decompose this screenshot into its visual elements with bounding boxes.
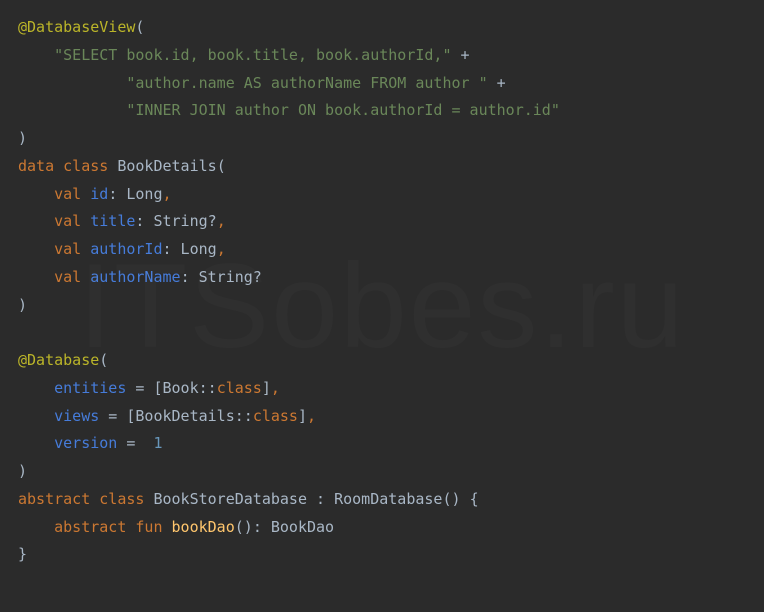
paren: ): [18, 462, 27, 480]
code-block: @DatabaseView( "SELECT book.id, book.tit…: [18, 14, 746, 569]
bracket: ]: [262, 379, 271, 397]
paren: ): [18, 129, 27, 147]
paren-pair: (): [442, 490, 460, 508]
string-literal: "SELECT book.id, book.title, book.author…: [54, 46, 451, 64]
type-string: String?: [144, 212, 216, 230]
param-views: views: [54, 407, 99, 425]
field-title: title: [81, 212, 135, 230]
class-roomdb: RoomDatabase: [325, 490, 442, 508]
equals: =: [99, 407, 126, 425]
comma: ,: [271, 379, 280, 397]
field-id: id: [81, 185, 108, 203]
keyword-val: val: [54, 185, 81, 203]
brace: }: [18, 545, 27, 563]
keyword-class: class: [99, 490, 144, 508]
operator-plus: +: [488, 74, 506, 92]
keyword-val: val: [54, 240, 81, 258]
comma: ,: [163, 185, 172, 203]
string-literal: "INNER JOIN author ON book.authorId = au…: [126, 101, 559, 119]
keyword-fun: fun: [135, 518, 162, 536]
keyword-class-ref: class: [217, 379, 262, 397]
paren: (: [217, 157, 226, 175]
comma: ,: [217, 212, 226, 230]
double-colon: ::: [235, 407, 253, 425]
type-string: String?: [190, 268, 262, 286]
operator-plus: +: [451, 46, 469, 64]
field-authorname: authorName: [81, 268, 180, 286]
colon: :: [163, 240, 172, 258]
double-colon: ::: [199, 379, 217, 397]
paren: (: [135, 18, 144, 36]
colon: :: [108, 185, 117, 203]
paren: ): [18, 296, 27, 314]
keyword-class-ref: class: [253, 407, 298, 425]
comma: ,: [217, 240, 226, 258]
colon: :: [181, 268, 190, 286]
param-version: version: [54, 434, 117, 452]
class-bookdetails: BookDetails: [108, 157, 216, 175]
annotation-databaseview: @DatabaseView: [18, 18, 135, 36]
class-bookdetails-ref: BookDetails: [135, 407, 234, 425]
keyword-abstract: abstract: [54, 518, 126, 536]
number-one: 1: [144, 434, 162, 452]
bracket: [: [153, 379, 162, 397]
keyword-abstract: abstract: [18, 490, 90, 508]
colon: :: [253, 518, 262, 536]
bracket: ]: [298, 407, 307, 425]
equals: =: [126, 379, 153, 397]
annotation-database: @Database: [18, 351, 99, 369]
equals: =: [117, 434, 144, 452]
field-authorid: authorId: [81, 240, 162, 258]
keyword-val: val: [54, 212, 81, 230]
comma: ,: [307, 407, 316, 425]
class-book: Book: [163, 379, 199, 397]
keyword-data: data: [18, 157, 54, 175]
type-long: Long: [117, 185, 162, 203]
paren-pair: (): [235, 518, 253, 536]
brace: {: [470, 490, 479, 508]
class-bookstoredb: BookStoreDatabase: [144, 490, 316, 508]
type-long: Long: [172, 240, 217, 258]
fun-bookdao: bookDao: [163, 518, 235, 536]
keyword-val: val: [54, 268, 81, 286]
string-literal: "author.name AS authorName FROM author ": [126, 74, 487, 92]
paren: (: [99, 351, 108, 369]
colon: :: [316, 490, 325, 508]
type-bookdao: BookDao: [262, 518, 334, 536]
param-entities: entities: [54, 379, 126, 397]
keyword-class: class: [63, 157, 108, 175]
